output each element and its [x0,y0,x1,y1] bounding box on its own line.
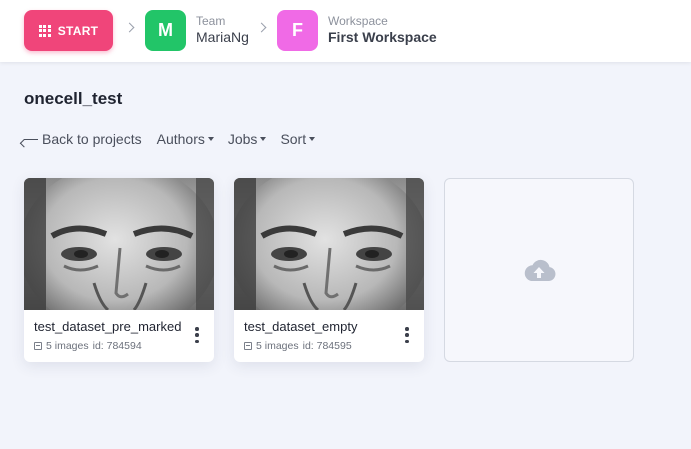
dataset-id: id: 784594 [92,340,142,352]
workspace-breadcrumb[interactable]: F Workspace First Workspace [277,9,437,51]
dataset-image-count: 5 images [46,340,89,352]
authors-dropdown[interactable]: Authors [157,131,214,147]
team-breadcrumb[interactable]: M Team MariaNg [145,9,249,51]
more-options-icon[interactable] [194,327,200,343]
arrow-left-icon [24,138,38,140]
cloud-upload-icon [524,259,556,281]
team-avatar: M [145,9,186,51]
image-icon [244,342,252,350]
dataset-card[interactable]: test_dataset_empty 5 images id: 784595 [234,178,424,362]
back-label: Back to projects [42,131,142,147]
apps-grid-icon [38,24,51,37]
sort-dropdown[interactable]: Sort [280,131,316,147]
top-bar: START M Team MariaNg F Workspace First W… [0,0,691,62]
authors-label: Authors [156,131,205,147]
team-name: MariaNg [196,29,249,45]
dataset-name: test_dataset_pre_marked [34,319,182,334]
workspace-avatar: F [277,9,318,51]
dataset-thumbnail [234,178,424,310]
dataset-card[interactable]: test_dataset_pre_marked 5 images id: 784… [24,178,214,362]
dataset-id: id: 784595 [302,340,352,352]
page-title: onecell_test [24,89,123,108]
workspace-name: First Workspace [328,29,437,45]
workspace-caption: Workspace [328,14,388,28]
jobs-label: Jobs [227,131,258,147]
chevron-right-icon [256,22,267,33]
upload-dataset-card[interactable] [444,178,634,362]
caret-down-icon [260,137,267,141]
image-icon [34,342,42,350]
caret-down-icon [207,137,214,141]
team-caption: Team [196,14,226,28]
caret-down-icon [309,137,316,141]
start-button[interactable]: START [24,10,113,51]
dataset-image-count: 5 images [256,340,299,352]
chevron-right-icon [124,22,135,33]
more-options-icon[interactable] [404,327,410,343]
back-to-projects-link[interactable]: Back to projects [24,131,142,147]
project-toolbar: Back to projects Authors Jobs Sort [24,131,329,147]
start-label: START [57,23,99,38]
dataset-thumbnail [24,178,214,310]
jobs-dropdown[interactable]: Jobs [228,131,267,147]
dataset-name: test_dataset_empty [244,319,358,334]
sort-label: Sort [280,131,307,147]
